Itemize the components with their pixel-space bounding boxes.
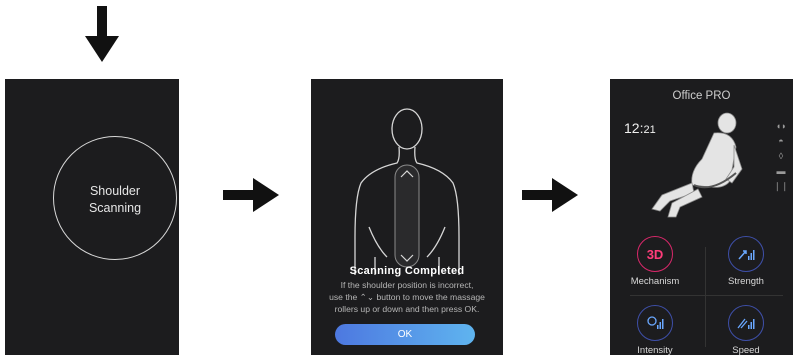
neck-zone-icon[interactable]: ◖◗ xyxy=(773,119,789,134)
scanning-label-line2: Scanning xyxy=(88,201,142,215)
speed-label: Speed xyxy=(732,345,760,355)
back-zone-icon[interactable]: ◊ xyxy=(773,149,789,164)
scanning-completed-title: Scanning Completed xyxy=(349,265,465,277)
scanning-completed-screen: Scanning Completed If the shoulder posit… xyxy=(311,79,503,355)
strength-icon[interactable] xyxy=(728,236,764,272)
3d-mechanism-icon[interactable]: 3D xyxy=(637,236,673,272)
mechanism-label: Mechanism xyxy=(630,276,680,287)
right-arrow-icon xyxy=(223,178,279,212)
instruction-line1: If the shoulder position is incorrect, xyxy=(340,280,474,290)
leg-zone-icon[interactable]: ❘❘ xyxy=(773,179,789,194)
scanning-label: Shoulder Scanning xyxy=(54,183,176,217)
scanning-instructions: If the shoulder position is incorrect, u… xyxy=(315,279,499,316)
reclining-body-icon xyxy=(651,112,743,218)
instruction-line2: use the ⌃⌄ button to move the massage xyxy=(329,292,485,303)
scanning-label-line1: Shoulder xyxy=(89,184,141,198)
scanning-circle: Shoulder Scanning xyxy=(53,136,177,260)
body-zone-icons: ◖◗ ◓ ◊ ▬ ❘❘ xyxy=(773,119,789,194)
instruction-line3: rollers up or down and then press OK. xyxy=(334,304,480,315)
strength-control[interactable]: Strength xyxy=(706,236,786,287)
shoulder-zone-icon[interactable]: ◓ xyxy=(773,134,789,149)
intensity-control[interactable]: Intensity xyxy=(615,305,695,355)
intensity-label: Intensity xyxy=(637,345,673,355)
down-arrow-icon xyxy=(85,6,119,62)
grid-divider-horizontal xyxy=(630,295,783,296)
intensity-icon[interactable] xyxy=(637,305,673,341)
massage-chair-home-screen: Office PRO 12:21 ◖◗ ◓ ◊ ▬ ❘❘ 3D Mechanis… xyxy=(610,79,793,355)
mechanism-control[interactable]: 3D Mechanism xyxy=(615,236,695,287)
right-arrow-icon xyxy=(522,178,578,212)
speed-icon[interactable] xyxy=(728,305,764,341)
shoulder-scanning-screen: Shoulder Scanning xyxy=(5,79,179,355)
seat-zone-icon[interactable]: ▬ xyxy=(773,164,789,179)
program-title: Office PRO xyxy=(672,90,731,102)
ok-button[interactable]: OK xyxy=(335,324,475,345)
speed-control[interactable]: Speed xyxy=(706,305,786,355)
body-outline-icon xyxy=(354,108,460,275)
strength-label: Strength xyxy=(728,276,764,287)
